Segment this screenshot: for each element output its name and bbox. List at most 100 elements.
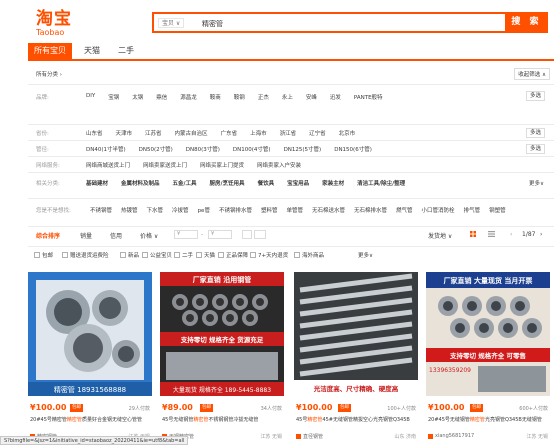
filter-option[interactable]: 宝宝用品 [287, 179, 309, 187]
search-button[interactable]: 搜 索 [505, 12, 548, 33]
option-charity[interactable]: 公益宝贝 [142, 251, 172, 259]
sort-sales[interactable]: 销量 [80, 231, 92, 240]
filter-option[interactable]: 金属材料及制品 [121, 179, 160, 187]
shop-name[interactable]: 直径钢管 [296, 433, 323, 440]
taobao-logo[interactable]: 淘宝 Taobao [36, 11, 72, 38]
filter-option[interactable]: 冷拔管 [172, 206, 189, 214]
multi-select-button[interactable]: 多选 [525, 128, 545, 138]
product-card[interactable]: 精密管 18931568888 ¥100.00 包邮 29人付款 20#45号精… [28, 272, 152, 445]
filter-option[interactable]: DN50(2寸管) [139, 145, 173, 153]
filter-option[interactable]: 太钢 [132, 93, 143, 101]
product-card[interactable]: 厂家直销 沿用钢管 支持零切 规格齐全 货源充足 大量现货 规格齐全 189-5… [160, 272, 284, 445]
product-image[interactable]: 光洁度高、尺寸精确、硬度高 [294, 272, 418, 396]
filter-option[interactable]: 清洁工具/除尘/整理 [357, 179, 405, 187]
filter-option[interactable]: DN125(5寸管) [284, 145, 322, 153]
filter-option[interactable]: 正杰 [258, 93, 269, 101]
filter-option[interactable]: 小口管消防栓 [422, 206, 455, 214]
sort-credit[interactable]: 信用 [110, 231, 122, 240]
filter-option[interactable]: 单管管 [286, 206, 303, 214]
filter-option[interactable]: 鼎信 [156, 93, 167, 101]
filter-option[interactable]: PANTE般特 [354, 93, 383, 101]
filter-option[interactable]: 山东省 [86, 129, 103, 137]
filter-option[interactable]: 网络商城送货上门 [86, 161, 130, 169]
grid-small-toggle[interactable] [242, 230, 252, 239]
product-title[interactable]: 20#45号无缝钢管精密管光亮钢管Q345B无缝钢管 [428, 417, 548, 424]
filter-option[interactable]: 五金/工具 [173, 179, 197, 187]
filter-option[interactable]: 内蒙古自治区 [175, 129, 208, 137]
filter-option[interactable]: 排气管 [464, 206, 481, 214]
prev-page-icon[interactable]: ‹ [510, 231, 512, 238]
filter-option[interactable]: 天津市 [116, 129, 133, 137]
option-tmall[interactable]: 天猫 [196, 251, 215, 259]
filter-option[interactable]: DN100(4寸管) [233, 145, 271, 153]
multi-select-button[interactable]: 多选 [525, 144, 545, 154]
filter-option[interactable]: 宝钢 [108, 93, 119, 101]
filter-option[interactable]: 网络买家上门提货 [200, 161, 244, 169]
filter-option[interactable]: 源昌龙 [180, 93, 197, 101]
product-image[interactable]: 厂家直销 大量现货 当月开票 支持零切 规格齐全 可零售 13396359209 [426, 272, 550, 396]
grid-large-toggle[interactable] [254, 230, 266, 239]
filter-option[interactable]: 安峰 [306, 93, 317, 101]
tab-all[interactable]: 所有宝贝 [28, 43, 72, 59]
option-genuine[interactable]: 正品保障 [218, 251, 248, 259]
grid-view-icon[interactable] [470, 231, 476, 237]
filter-option[interactable]: 基础建材 [86, 179, 108, 187]
product-title[interactable]: 45号无缝钢管精密管不锈钢钢管冷拔无缝管 [162, 417, 282, 424]
product-card[interactable]: 光洁度高、尺寸精确、硬度高 ¥100.00 包邮 100+人付款 45号精密管4… [294, 272, 418, 445]
search-scope-select[interactable]: 宝贝 ∨ [158, 18, 185, 28]
filter-option[interactable]: 网络卖家入户安装 [257, 161, 301, 169]
list-view-icon[interactable] [488, 231, 495, 237]
ship-from-select[interactable]: 发货地 ∨ [428, 231, 452, 240]
filter-option[interactable]: 塑料管 [261, 206, 278, 214]
breadcrumb[interactable]: 所有分类 › [36, 70, 62, 78]
filter-option[interactable]: 下水管 [147, 206, 164, 214]
tab-tmall[interactable]: 天猫 [78, 43, 106, 59]
filter-option[interactable]: 厨房/烹饪用具 [210, 179, 245, 187]
price-min-input[interactable]: ¥ [174, 230, 198, 239]
filter-option[interactable]: pe管 [198, 206, 210, 214]
collapse-filters-button[interactable]: 收起筛选 ∧ [514, 68, 550, 80]
filter-option[interactable]: 无石棉排水管 [354, 206, 387, 214]
filter-option[interactable]: 无石棉送水管 [312, 206, 345, 214]
filter-option[interactable]: 永上 [282, 93, 293, 101]
filter-option[interactable]: 燃气管 [396, 206, 413, 214]
sort-default[interactable]: 综合排序 [36, 231, 60, 240]
more-options-button[interactable]: 更多∨ [358, 251, 373, 259]
product-image[interactable]: 厂家直销 沿用钢管 支持零切 规格齐全 货源充足 大量现货 规格齐全 189-5… [160, 272, 284, 396]
filter-option[interactable]: 北京市 [339, 129, 356, 137]
filter-option[interactable]: 迅发 [330, 93, 341, 101]
product-title[interactable]: 20#45号精密管精密管质量好合金钢无缝空心管管 [30, 417, 150, 424]
filter-option[interactable]: DN80(3寸管) [186, 145, 220, 153]
option-return-insurance[interactable]: 赠送退货运费险 [62, 251, 109, 259]
more-categories-button[interactable]: 更多∨ [529, 179, 544, 187]
shop-name[interactable]: xiang56817917 [428, 433, 474, 439]
filter-option[interactable]: 不锈钢管 [90, 206, 112, 214]
filter-option[interactable]: 上海市 [250, 129, 267, 137]
filter-option[interactable]: DN150(6寸管) [334, 145, 372, 153]
filter-option[interactable]: DIY [86, 93, 95, 101]
filter-option[interactable]: 家装主材 [322, 179, 344, 187]
filter-option[interactable]: 江苏省 [145, 129, 162, 137]
sort-price[interactable]: 价格 ∨ [140, 231, 158, 240]
product-title[interactable]: 45号精密管45#无缝钢管精拔空心光亮钢管Q345B [296, 417, 416, 424]
next-page-icon[interactable]: › [540, 231, 542, 238]
option-new[interactable]: 新品 [120, 251, 139, 259]
filter-option[interactable]: 浙江省 [280, 129, 297, 137]
product-card[interactable]: 厂家直销 大量现货 当月开票 支持零切 规格齐全 可零售 13396359209… [426, 272, 550, 445]
filter-option[interactable]: 鞍钢 [234, 93, 245, 101]
product-image[interactable]: 精密管 18931568888 [28, 272, 152, 396]
filter-option[interactable]: DN40(1寸半管) [86, 145, 126, 153]
filter-option[interactable]: 钢塑管 [489, 206, 506, 214]
filter-option[interactable]: 广东省 [221, 129, 238, 137]
filter-option[interactable]: 辽宁省 [309, 129, 326, 137]
filter-option[interactable]: 鞍商 [210, 93, 221, 101]
option-overseas[interactable]: 海外商品 [294, 251, 324, 259]
option-secondhand[interactable]: 二手 [174, 251, 193, 259]
price-max-input[interactable]: ¥ [208, 230, 232, 239]
option-7day-return[interactable]: 7+天内退货 [250, 251, 288, 259]
option-free-shipping[interactable]: 包邮 [34, 251, 53, 259]
filter-option[interactable]: 不锈钢排水管 [219, 206, 252, 214]
search-input[interactable] [202, 17, 492, 30]
multi-select-button[interactable]: 多选 [525, 91, 545, 101]
filter-option[interactable]: 热镀管 [121, 206, 138, 214]
